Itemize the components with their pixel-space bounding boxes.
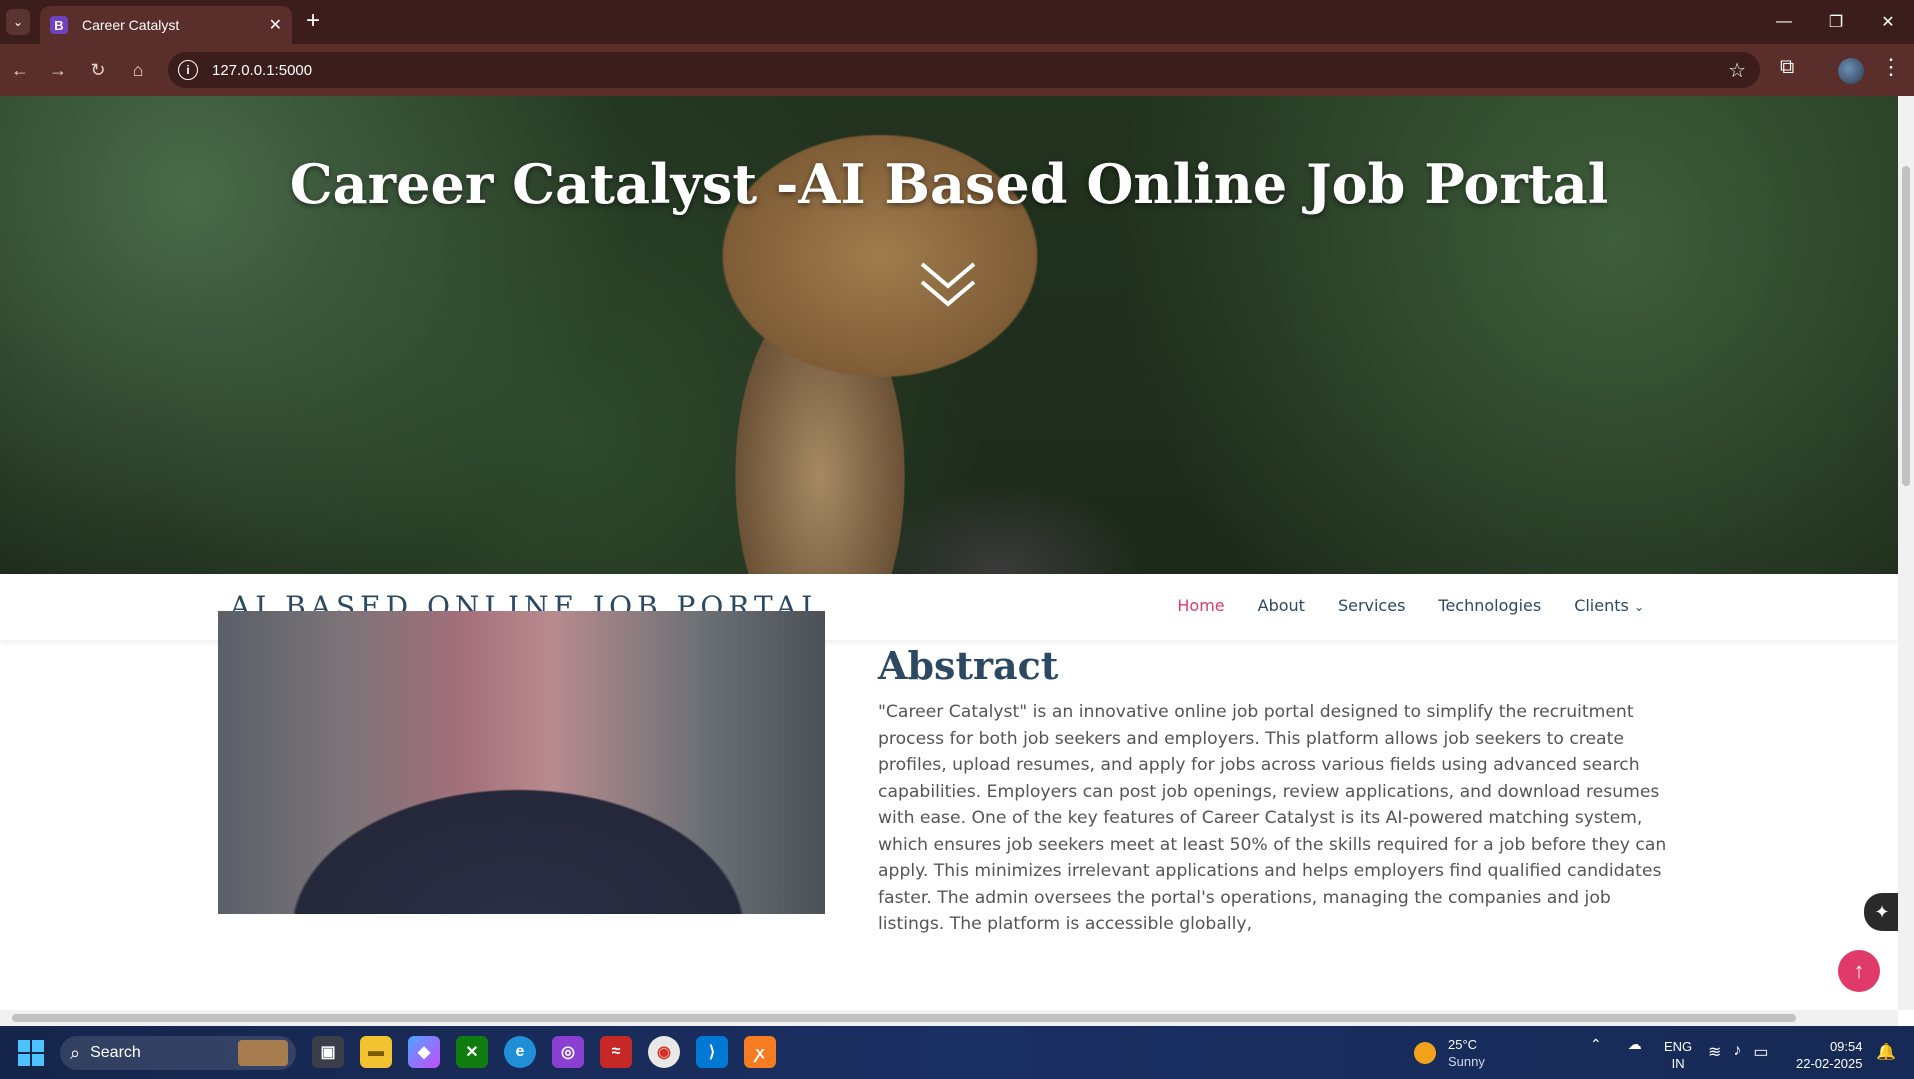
language-indicator[interactable]: ENG IN <box>1664 1038 1692 1072</box>
windows-taskbar: ⌕ Search ▣ ▬ ◆ ✕ e ◎ ≈ ◉ ⟩ ꭗ 25°C Sunny … <box>0 1026 1914 1079</box>
tab-favicon: B <box>50 16 68 34</box>
tab-close-icon[interactable]: ✕ <box>269 15 282 35</box>
vertical-scroll-thumb[interactable] <box>1902 166 1910 486</box>
scroll-down-chevron-icon[interactable] <box>918 256 978 316</box>
lang-top: ENG <box>1664 1039 1693 1054</box>
weather-desc: Sunny <box>1448 1054 1485 1069</box>
nav-link-about[interactable]: About <box>1258 596 1305 615</box>
home-icon[interactable]: ⌂ <box>124 56 152 84</box>
abstract-text: "Career Catalyst" is an innovative onlin… <box>878 702 1667 934</box>
search-highlight-image <box>238 1040 288 1066</box>
clock-date: 22-02-2025 <box>1796 1056 1863 1071</box>
vertical-scrollbar[interactable] <box>1898 96 1914 1010</box>
copilot-icon[interactable]: ◆ <box>408 1036 440 1068</box>
wifi-icon: ≋ <box>1708 1044 1722 1061</box>
weather-widget[interactable]: 25°C Sunny <box>1414 1036 1485 1070</box>
horizontal-scrollbar[interactable] <box>0 1010 1898 1026</box>
battery-icon: ▭ <box>1753 1044 1769 1061</box>
search-icon: ⌕ <box>70 1042 81 1063</box>
taskbar-search-label: Search <box>90 1044 141 1061</box>
task-view-icon[interactable]: ▣ <box>312 1036 344 1068</box>
back-to-top-button[interactable]: ↑ <box>1838 950 1880 992</box>
extensions-icon[interactable]: ⧉ <box>1780 56 1794 79</box>
system-icons[interactable]: ≋ ♪ ▭ <box>1708 1042 1769 1062</box>
notification-icon[interactable]: 🔔 <box>1876 1042 1896 1062</box>
xbox-icon[interactable]: ✕ <box>456 1036 488 1068</box>
chevron-up-icon[interactable]: ⌃ <box>1590 1036 1602 1053</box>
horizontal-scroll-thumb[interactable] <box>12 1014 1796 1022</box>
address-bar[interactable]: i 127.0.0.1:5000 ☆ <box>168 52 1760 88</box>
tab-search-button[interactable]: ⌄ <box>6 9 30 35</box>
tab-title: Career Catalyst <box>82 17 180 33</box>
lang-bottom: IN <box>1671 1056 1685 1071</box>
bookmark-star-icon[interactable]: ☆ <box>1728 58 1746 83</box>
nav-link-technologies[interactable]: Technologies <box>1438 596 1541 615</box>
taskbar-search[interactable]: ⌕ Search <box>60 1036 296 1070</box>
media-app-icon[interactable]: ◎ <box>552 1036 584 1068</box>
close-window-button[interactable]: ✕ <box>1862 0 1914 44</box>
browser-tab-bar: ⌄ B Career Catalyst ✕ + — ❐ ✕ <box>0 0 1914 44</box>
restore-button[interactable]: ❐ <box>1810 0 1862 44</box>
minimize-button[interactable]: — <box>1758 0 1810 44</box>
browser-tab[interactable]: B Career Catalyst ✕ <box>40 6 292 44</box>
nav-link-home[interactable]: Home <box>1177 596 1224 615</box>
tray-overflow: ⌃ ☁ <box>1590 1036 1642 1053</box>
nav-links: Home About Services Technologies Clients… <box>1177 596 1644 615</box>
nav-link-clients-label: Clients <box>1574 596 1629 615</box>
vscode-icon[interactable]: ⟩ <box>696 1036 728 1068</box>
new-tab-button[interactable]: + <box>306 8 320 34</box>
hero-title: Career Catalyst -AI Based Online Job Por… <box>289 152 1609 216</box>
taskbar-apps: ▣ ▬ ◆ ✕ e ◎ ≈ ◉ ⟩ ꭗ <box>312 1036 776 1068</box>
start-button[interactable] <box>18 1040 44 1066</box>
chevron-down-icon: ⌄ <box>1633 600 1644 614</box>
volume-icon: ♪ <box>1733 1042 1742 1059</box>
profile-avatar[interactable] <box>1838 58 1864 84</box>
browser-menu-icon[interactable]: ⋮ <box>1880 54 1902 80</box>
back-icon[interactable]: ← <box>6 56 34 84</box>
ai-sparkle-icon[interactable]: ✦ <box>1864 893 1900 931</box>
clock[interactable]: 09:54 22-02-2025 <box>1796 1038 1863 1072</box>
file-explorer-icon[interactable]: ▬ <box>360 1036 392 1068</box>
edge-icon[interactable]: e <box>504 1036 536 1068</box>
window-controls: — ❐ ✕ <box>1758 0 1914 44</box>
sun-icon <box>1414 1042 1436 1064</box>
url-text[interactable]: 127.0.0.1:5000 <box>212 62 1728 79</box>
about-image <box>218 611 825 914</box>
chrome-icon[interactable]: ◉ <box>648 1036 680 1068</box>
red-app-icon[interactable]: ≈ <box>600 1036 632 1068</box>
cloud-offline-icon[interactable]: ☁ <box>1628 1036 1642 1053</box>
hero-section: Career Catalyst -AI Based Online Job Por… <box>0 96 1898 574</box>
clock-time: 09:54 <box>1829 1039 1863 1054</box>
reload-icon[interactable]: ↻ <box>84 56 112 84</box>
browser-toolbar: ← → ↻ ⌂ i 127.0.0.1:5000 ☆ ⧉ ⋮ <box>0 44 1914 96</box>
xampp-icon[interactable]: ꭗ <box>744 1036 776 1068</box>
abstract-heading: Abstract <box>878 643 1059 688</box>
weather-temp: 25°C <box>1448 1037 1478 1052</box>
nav-link-clients[interactable]: Clients ⌄ <box>1574 596 1644 615</box>
forward-icon[interactable]: → <box>44 56 72 84</box>
nav-link-services[interactable]: Services <box>1338 596 1405 615</box>
site-info-icon[interactable]: i <box>178 60 198 80</box>
